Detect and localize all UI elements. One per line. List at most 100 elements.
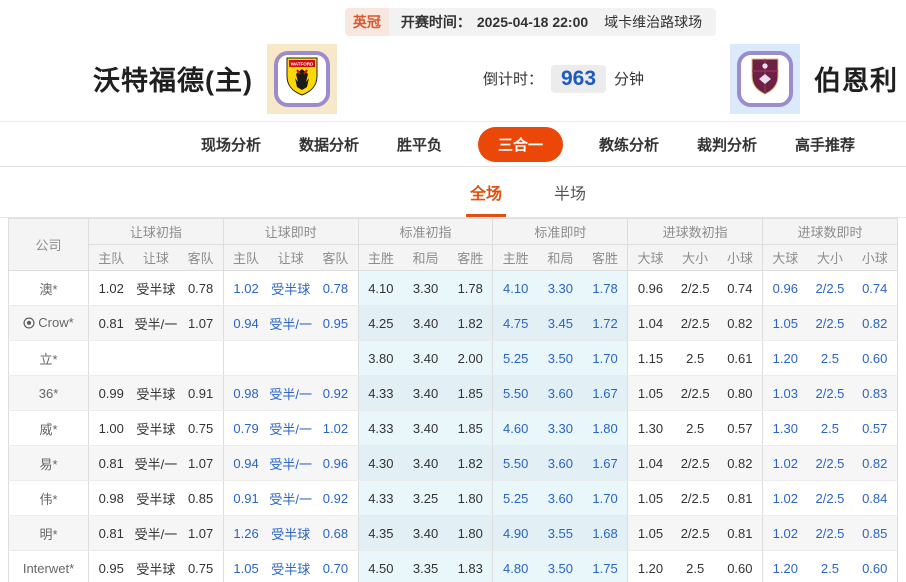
odds-cell: 1.75 [582,550,628,582]
countdown-unit: 分钟 [614,71,645,88]
odds-cell: 0.92 [313,375,359,411]
tab-live-analysis[interactable]: 现场分析 [199,127,263,162]
odds-cell: 0.99 [88,375,134,411]
column-sub-header: 小球 [717,244,763,271]
odds-cell: 4.80 [492,550,538,582]
odds-cell: 受半/一 [133,305,179,341]
odds-cell [222,340,269,376]
odds-cell: 1.82 [448,445,493,481]
odds-cell: 4.10 [492,270,538,306]
odds-cell: 受半球 [133,550,179,582]
tab-expert-picks[interactable]: 高手推荐 [793,127,857,162]
odds-cell: 1.78 [448,270,493,306]
odds-cell: 受半/一 [268,480,314,516]
odds-cell: 2/2.5 [807,270,853,306]
odds-cell: 2.5 [807,410,853,446]
odds-cell [268,340,314,376]
odds-cell: 1.02 [313,410,359,446]
odds-cell: 3.25 [403,480,448,516]
odds-cell: 0.60 [717,550,763,582]
odds-cell: 0.96 [762,270,808,306]
odds-cell: 1.85 [448,375,493,411]
tab-full-time[interactable]: 全场 [465,167,506,217]
odds-cell: 0.82 [717,445,763,481]
odds-cell: 0.81 [717,515,763,551]
odds-cell: 0.79 [222,410,269,446]
odds-cell: 1.00 [88,410,134,446]
odds-cell: 1.70 [582,340,628,376]
company-cell: 威* [8,410,89,446]
kickoff-info: 开赛时间： 2025-04-18 22:00 域卡维治路球场 [388,8,717,36]
column-group-header: 让球即时 [222,218,359,245]
match-info-bar: 英冠 开赛时间： 2025-04-18 22:00 域卡维治路球场 [0,0,906,36]
odds-cell [178,340,224,376]
odds-cell: 0.84 [852,480,898,516]
tab-data-analysis[interactable]: 数据分析 [297,127,361,162]
odds-cell: 受半球 [133,270,179,306]
away-team-name: 伯恩利 [814,66,898,96]
odds-cell: 1.05 [627,515,673,551]
odds-cell: 1.02 [762,445,808,481]
odds-cell: 1.02 [762,515,808,551]
odds-cell: 1.04 [627,305,673,341]
odds-cell: 0.98 [222,375,269,411]
odds-cell: 0.91 [222,480,269,516]
odds-cell: 受半/一 [268,410,314,446]
odds-cell: 0.80 [717,375,763,411]
odds-cell: 0.75 [178,410,224,446]
column-sub-header: 大球 [627,244,673,271]
odds-cell: 1.20 [762,340,808,376]
odds-cell: 4.90 [492,515,538,551]
odds-cell: 3.40 [403,340,448,376]
odds-cell: 0.85 [178,480,224,516]
odds-cell: 1.80 [448,480,493,516]
away-team-badge [730,43,800,114]
league-badge[interactable]: 英冠 [344,8,389,36]
column-sub-header: 让球 [133,244,179,271]
odds-cell: 2.5 [672,550,718,582]
table-row: 明* 0.81 受半/一 1.07 1.26 受半球 0.68 4.35 3.40 1.80 4.9… [8,515,898,551]
company-cell: 36* [8,375,89,411]
soccer-ball-icon [23,316,35,332]
home-team: 沃特福德(主) WATFORD [93,43,337,114]
odds-cell: 0.94 [222,305,269,341]
tab-referee-analysis[interactable]: 裁判分析 [695,127,759,162]
column-group-header: 进球数初指 [627,218,763,245]
odds-cell: 0.82 [852,305,898,341]
odds-cell: 5.25 [492,480,538,516]
odds-cell: 4.25 [357,305,404,341]
odds-cell: 0.94 [222,445,269,481]
odds-cell: 1.04 [627,445,673,481]
odds-cell: 0.70 [313,550,359,582]
odds-cell: 1.15 [627,340,673,376]
odds-cell: 0.81 [88,445,134,481]
table-row: 威* 1.00 受半球 0.75 0.79 受半/一 1.02 4.33 3.40 1.85 4.6… [8,410,898,446]
table-row: Interwet* 0.95 受半球 0.75 1.05 受半球 0.70 4.50 3.35 1… [8,550,898,582]
odds-cell: 5.50 [492,375,538,411]
odds-cell: 0.91 [178,375,224,411]
odds-cell: 1.07 [178,445,224,481]
odds-cell: 0.74 [717,270,763,306]
tab-three-in-one[interactable]: 三合一 [477,126,563,162]
odds-cell: 0.81 [88,305,134,341]
column-sub-header: 小球 [852,244,898,271]
column-sub-header: 让球 [268,244,314,271]
odds-cell: 2/2.5 [672,375,718,411]
odds-cell: 0.78 [178,270,224,306]
odds-cell: 0.82 [852,445,898,481]
odds-cell: 0.75 [178,550,224,582]
odds-cell: 1.20 [627,550,673,582]
tab-half-time[interactable]: 半场 [550,167,590,217]
odds-cell: 2.5 [672,340,718,376]
odds-cell: 受半球 [133,480,179,516]
away-team: 伯恩利 [730,43,898,114]
odds-cell: 4.33 [357,375,404,411]
watford-crest-icon: WATFORD [285,56,319,101]
tab-coach-analysis[interactable]: 教练分析 [597,127,661,162]
odds-cell: 1.05 [222,550,269,582]
odds-cell: 3.80 [357,340,404,376]
odds-cell: 4.30 [357,445,404,481]
odds-cell: 2/2.5 [807,305,853,341]
odds-cell: 0.74 [852,270,898,306]
tab-win-draw-lose[interactable]: 胜平负 [395,127,444,162]
